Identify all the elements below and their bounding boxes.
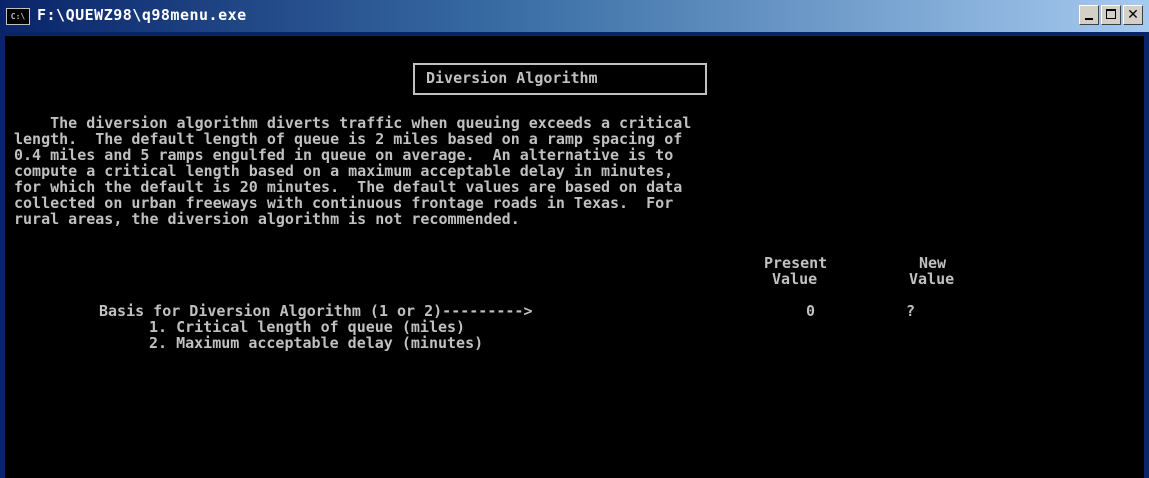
close-icon: ✕ [1127, 7, 1139, 23]
paragraph-line: length. The default length of queue is 2… [14, 130, 683, 148]
present-value-header: Present [764, 254, 828, 272]
screen-heading: Diversion Algorithm [426, 69, 598, 87]
maximize-button[interactable] [1101, 5, 1121, 25]
paragraph-line: compute a critical length based on a max… [14, 162, 674, 180]
title-bar[interactable]: C:\ F:\QUEWZ98\q98menu.exe ✕ [0, 0, 1149, 32]
paragraph-line: for which the default is 20 minutes. The… [14, 178, 683, 196]
present-value: 0 [806, 302, 816, 320]
console-window: C:\ F:\QUEWZ98\q98menu.exe ✕ Diversion A… [0, 0, 1149, 478]
minimize-icon [1085, 18, 1093, 20]
new-value-header: New [919, 254, 947, 272]
console-app-icon[interactable]: C:\ [6, 8, 30, 25]
paragraph-line: rural areas, the diversion algorithm is … [14, 210, 520, 228]
paragraph-line: The diversion algorithm diverts traffic … [14, 114, 692, 132]
diversion-basis-prompt: Basis for Diversion Algorithm (1 or 2)--… [99, 302, 533, 320]
paragraph-line: 0.4 miles and 5 ramps engulfed in queue … [14, 146, 674, 164]
minimize-button[interactable] [1079, 5, 1099, 25]
maximize-icon [1106, 9, 1116, 19]
option-maximum-delay: 2. Maximum acceptable delay (minutes) [149, 334, 484, 352]
console-output[interactable]: Diversion Algorithm The diversion algori… [5, 36, 1144, 478]
present-value-header-2: Value [772, 270, 818, 288]
close-button[interactable]: ✕ [1123, 5, 1143, 25]
new-value-header-2: Value [909, 270, 955, 288]
paragraph-line: collected on urban freeways with continu… [14, 194, 674, 212]
option-critical-length: 1. Critical length of queue (miles) [149, 318, 466, 336]
new-value-input[interactable]: ? [906, 304, 915, 319]
window-title: F:\QUEWZ98\q98menu.exe [37, 6, 247, 24]
